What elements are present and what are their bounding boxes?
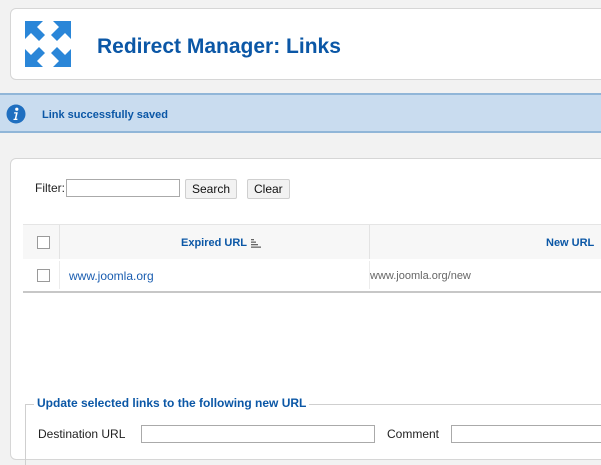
expired-url-column-header[interactable]: Expired URL (181, 237, 262, 249)
message-text: Link successfully saved (42, 109, 168, 121)
batch-legend: Update selected links to the following n… (34, 396, 310, 410)
comment-input[interactable] (451, 425, 601, 443)
new-url-column-header[interactable]: New URL (546, 237, 594, 249)
comment-label: Comment (387, 427, 440, 441)
table-header: Expired URL New URL (23, 224, 601, 260)
row-checkbox[interactable] (37, 269, 50, 282)
select-all-checkbox[interactable] (37, 236, 50, 249)
column-divider (369, 225, 370, 259)
destination-url-label: Destination URL (38, 427, 126, 441)
page-header: Redirect Manager: Links (10, 8, 601, 80)
info-icon (6, 104, 26, 124)
sort-icon (251, 238, 262, 248)
redirect-arrows-icon (25, 21, 71, 67)
search-button[interactable]: Search (185, 179, 238, 199)
filter-label: Filter: (35, 181, 65, 195)
filter-input[interactable] (66, 179, 180, 197)
destination-url-input[interactable] (141, 425, 375, 443)
column-divider (59, 261, 60, 289)
links-panel: Filter: Search Clear Expired URL New URL… (10, 158, 601, 465)
table-row: www.joomla.org www.joomla.org/new (23, 259, 601, 293)
new-url-value: www.joomla.org/new (370, 270, 471, 282)
system-message: Link successfully saved (0, 93, 601, 133)
expired-url-link[interactable]: www.joomla.org (69, 269, 154, 283)
clear-button[interactable]: Clear (247, 179, 290, 199)
column-divider (59, 225, 60, 259)
expired-url-header-label: Expired URL (181, 237, 248, 249)
page-title: Redirect Manager: Links (97, 35, 341, 58)
batch-update-fieldset: Update selected links to the following n… (25, 396, 601, 465)
